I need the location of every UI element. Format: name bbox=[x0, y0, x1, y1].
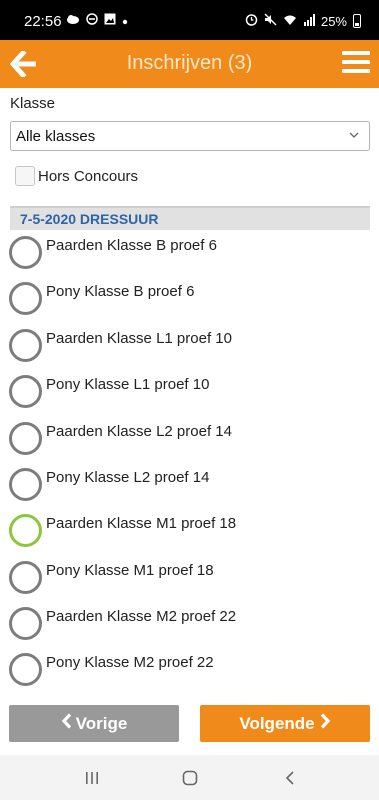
class-option-label: Paarden Klasse M2 proef 22 bbox=[46, 608, 237, 625]
class-option-label: Pony Klasse M2 proef 22 bbox=[46, 654, 214, 671]
mute-icon bbox=[264, 13, 277, 29]
menu-button[interactable] bbox=[339, 48, 373, 80]
klasse-select[interactable]: Alle klasses bbox=[10, 121, 370, 151]
recent-apps-icon[interactable] bbox=[72, 763, 112, 793]
radio-button[interactable] bbox=[9, 468, 42, 501]
class-option-label: Paarden Klasse L2 proef 14 bbox=[46, 423, 232, 440]
dot-icon bbox=[122, 14, 128, 28]
hamburger-icon-bar bbox=[342, 69, 370, 73]
section-header: 7-5-2020 DRESSUUR bbox=[10, 206, 370, 230]
battery-icon bbox=[353, 14, 361, 28]
system-nav-bar bbox=[0, 755, 379, 800]
radio-button[interactable] bbox=[9, 329, 42, 362]
next-button-label: Volgende bbox=[239, 713, 315, 733]
home-icon[interactable] bbox=[170, 763, 210, 793]
hamburger-icon-bar bbox=[342, 51, 370, 55]
class-option-label: Paarden Klasse M1 proef 18 bbox=[46, 515, 237, 532]
hors-concours-label: Hors Concours bbox=[38, 167, 139, 185]
chevron-right-icon bbox=[320, 713, 331, 734]
chevron-down-icon bbox=[349, 130, 359, 142]
class-option[interactable]: Pony Klasse M2 proef 22 bbox=[9, 653, 369, 693]
radio-button[interactable] bbox=[9, 422, 42, 455]
class-option-label: Pony Klasse L1 proef 10 bbox=[46, 376, 210, 393]
back-nav-icon[interactable] bbox=[270, 763, 310, 793]
radio-button[interactable] bbox=[9, 236, 42, 269]
signal-icon bbox=[303, 13, 315, 29]
class-option[interactable]: Pony Klasse B proef 6 bbox=[9, 282, 369, 322]
radio-button[interactable] bbox=[9, 653, 42, 686]
next-button[interactable]: Volgende bbox=[200, 705, 370, 742]
class-option-label: Pony Klasse L2 proef 14 bbox=[46, 469, 210, 486]
wifi-icon bbox=[283, 14, 297, 29]
status-right-icons: 25% bbox=[245, 13, 361, 29]
hors-concours-row: Hors Concours bbox=[15, 166, 138, 186]
class-option[interactable]: Paarden Klasse M1 proef 18 bbox=[9, 514, 369, 554]
app-header: Inschrijven (3) bbox=[0, 40, 379, 88]
radio-button[interactable] bbox=[9, 282, 42, 315]
class-option[interactable]: Pony Klasse L1 proef 10 bbox=[9, 375, 369, 415]
prev-button-label: Vorige bbox=[75, 713, 128, 733]
class-option[interactable]: Paarden Klasse M2 proef 22 bbox=[9, 607, 369, 647]
chevron-left-icon bbox=[61, 713, 72, 734]
class-option-label: Paarden Klasse L1 proef 10 bbox=[46, 330, 232, 347]
class-option-label: Paarden Klasse B proef 6 bbox=[46, 237, 217, 254]
radio-button[interactable] bbox=[9, 514, 42, 547]
radio-button[interactable] bbox=[9, 375, 42, 408]
prev-button[interactable]: Vorige bbox=[9, 705, 179, 742]
alarm-icon bbox=[245, 13, 258, 29]
class-option[interactable]: Paarden Klasse L1 proef 10 bbox=[9, 329, 369, 369]
radio-button[interactable] bbox=[9, 561, 42, 594]
klasse-label: Klasse bbox=[10, 95, 56, 112]
image-icon bbox=[104, 13, 116, 28]
class-option-label: Pony Klasse M1 proef 18 bbox=[46, 562, 214, 579]
class-option[interactable]: Paarden Klasse L2 proef 14 bbox=[9, 422, 369, 462]
hamburger-icon-bar bbox=[342, 60, 370, 64]
dnd-icon bbox=[86, 13, 98, 28]
battery-percent: 25% bbox=[320, 13, 347, 29]
status-time: 22:56 bbox=[24, 13, 62, 30]
klasse-select-value: Alle klasses bbox=[16, 128, 96, 145]
section-title: 7-5-2020 DRESSUUR bbox=[20, 211, 159, 227]
class-option[interactable]: Pony Klasse L2 proef 14 bbox=[9, 468, 369, 508]
status-left-icons bbox=[66, 13, 128, 28]
radio-button[interactable] bbox=[9, 607, 42, 640]
class-option[interactable]: Pony Klasse M1 proef 18 bbox=[9, 561, 369, 601]
status-bar: 22:56 25% bbox=[0, 0, 379, 40]
cloud-icon bbox=[66, 13, 80, 28]
class-option-label: Pony Klasse B proef 6 bbox=[46, 283, 195, 300]
page-title: Inschrijven (3) bbox=[126, 52, 253, 74]
hors-concours-checkbox[interactable] bbox=[15, 166, 35, 186]
app-screen: 22:56 25% Inschrijven (3) Klasse Alle kl… bbox=[0, 0, 379, 800]
class-option[interactable]: Paarden Klasse B proef 6 bbox=[9, 236, 369, 276]
